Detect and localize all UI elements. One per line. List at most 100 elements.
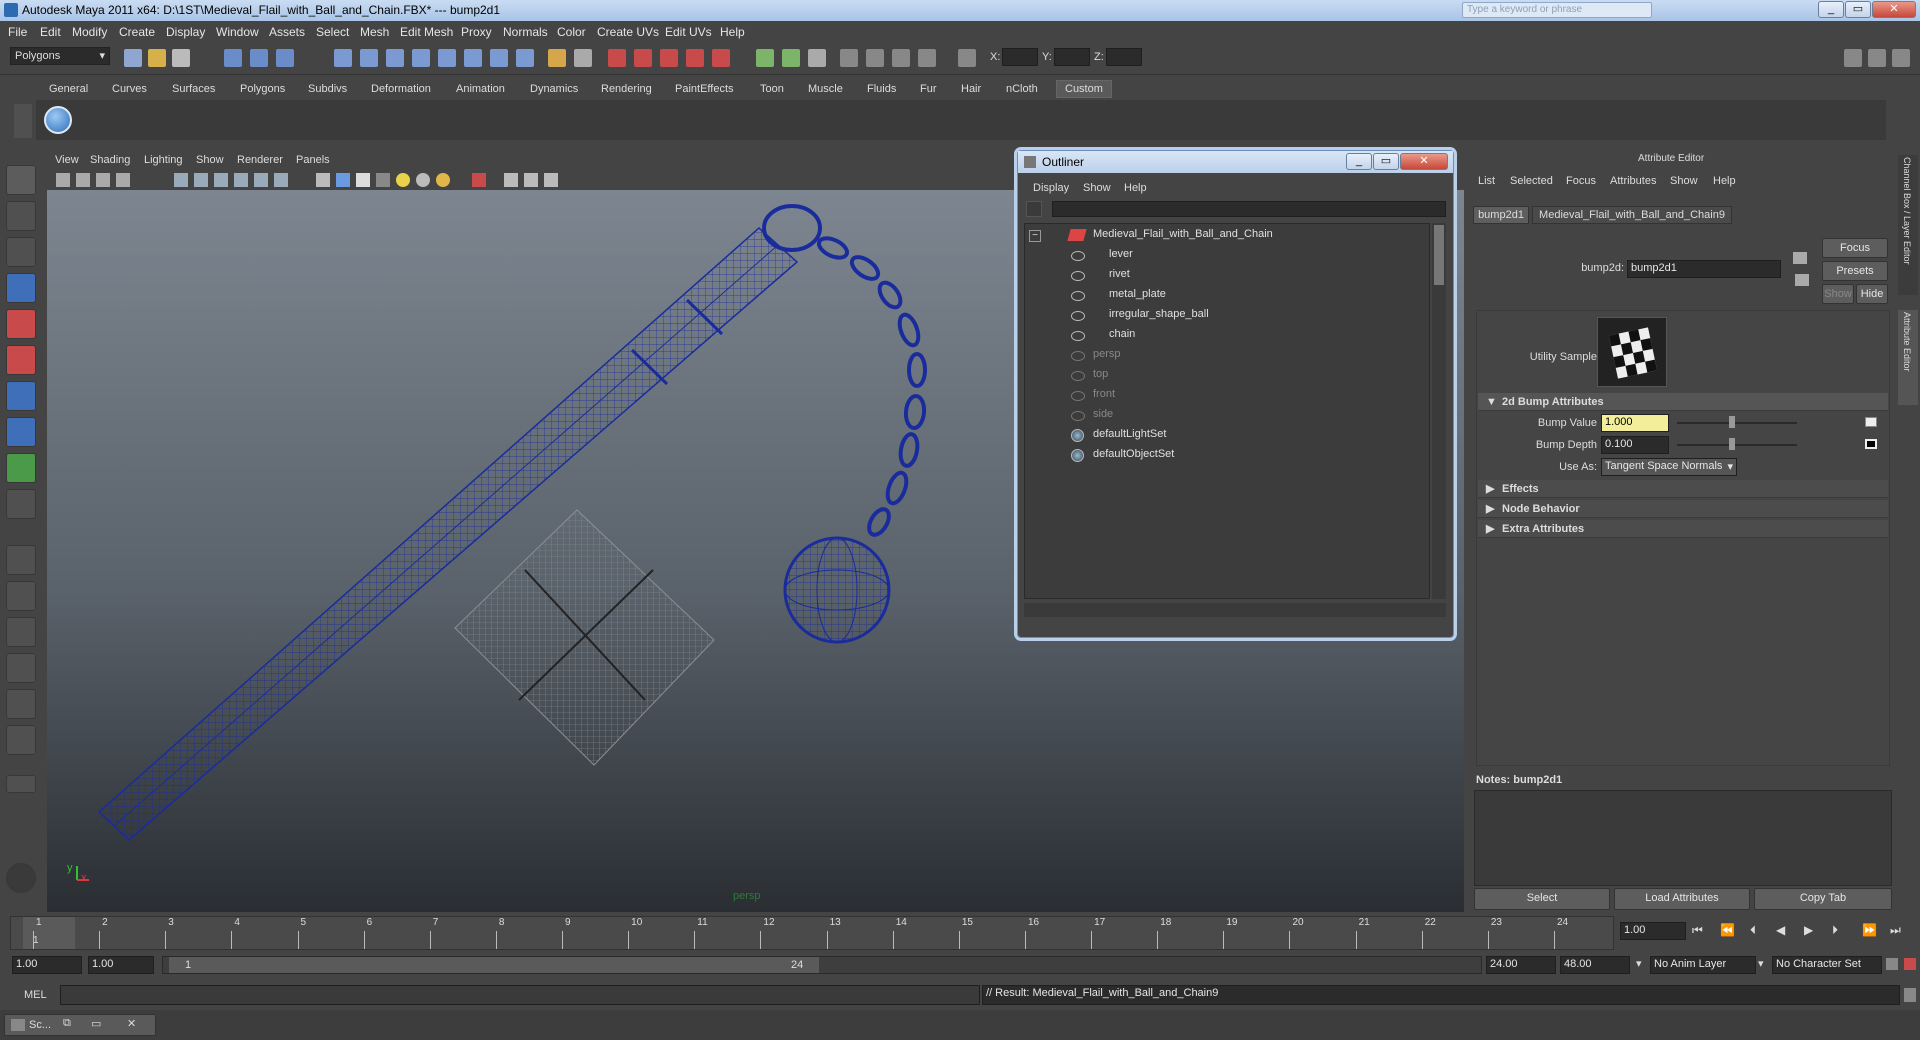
current-frame-field[interactable]: 1.00 [1620, 922, 1686, 940]
four-pane-layout-icon[interactable] [6, 581, 36, 611]
graph-editor-layout-icon[interactable] [6, 725, 36, 755]
filter-icon[interactable] [1026, 201, 1042, 217]
section-effects[interactable]: ▶ Effects [1478, 480, 1888, 498]
current-frame-marker[interactable] [23, 917, 75, 949]
outliner-item-front[interactable]: front [1093, 388, 1115, 406]
ae-menu-show[interactable]: Show [1670, 175, 1698, 187]
collapse-toggle-icon[interactable]: − [1029, 230, 1041, 242]
layout-more-icon[interactable] [6, 775, 36, 793]
menu-mesh[interactable]: Mesh [360, 25, 389, 39]
anim-prefs-icon[interactable] [1904, 958, 1916, 970]
safe-title-icon[interactable] [544, 173, 558, 187]
search-box[interactable]: Type a keyword or phrase [1462, 2, 1652, 18]
menu-modify[interactable]: Modify [72, 25, 107, 39]
image-plane-icon[interactable] [116, 173, 130, 187]
smooth-shade-icon[interactable] [214, 173, 228, 187]
focus-button[interactable]: Focus [1822, 238, 1888, 258]
default-light-icon[interactable] [396, 173, 410, 187]
hide-button[interactable]: Hide [1856, 284, 1888, 304]
lasso-tool-icon[interactable] [6, 201, 36, 231]
swatch-preview[interactable] [1597, 317, 1667, 387]
ipr-render-icon[interactable] [634, 49, 652, 67]
notes-textarea[interactable] [1474, 790, 1892, 886]
input-line-icon[interactable] [756, 49, 774, 67]
character-set-dropdown[interactable]: No Character Set [1772, 956, 1882, 974]
command-language-label[interactable]: MEL [24, 989, 47, 1001]
persp-graph-layout-icon[interactable] [6, 653, 36, 683]
rename-icon[interactable] [918, 49, 936, 67]
transform-icon[interactable] [958, 49, 976, 67]
relative-icon[interactable] [866, 49, 884, 67]
go-to-start-icon[interactable]: ⏮ [1692, 923, 1703, 938]
menu-set-select[interactable]: Polygons ▾ [10, 47, 110, 65]
ae-menu-selected[interactable]: Selected [1510, 175, 1553, 187]
shelf-tab-fluids[interactable]: Fluids [867, 83, 896, 95]
restore-icon[interactable]: ⧉ [63, 1017, 71, 1030]
outliner-item-side[interactable]: side [1093, 408, 1113, 426]
outliner-title-bar[interactable]: Outliner _ ▭ ✕ [1018, 151, 1453, 173]
shaded-cube-icon[interactable] [316, 173, 330, 187]
camera-attributes-icon[interactable] [76, 173, 90, 187]
select-object-icon[interactable] [250, 49, 268, 67]
outliner-maximize-button[interactable]: ▭ [1373, 153, 1399, 170]
close-icon[interactable]: ✕ [127, 1017, 136, 1030]
time-slider[interactable]: 1 2 3 4 5 6 7 8 9 10 11 12 13 14 15 16 17 18 19 20 21 22 23 24 1… [0, 912, 1920, 952]
shelf-tab-toon[interactable]: Toon [760, 83, 784, 95]
play-back-icon[interactable]: ◀ [1776, 923, 1785, 937]
history-icon[interactable] [574, 49, 592, 67]
shelf-tab-rendering[interactable]: Rendering [601, 83, 652, 95]
snap-curve-icon[interactable] [360, 49, 378, 67]
snap-surface-icon[interactable] [438, 49, 456, 67]
animation-start-field[interactable]: 1.00 [12, 956, 82, 974]
toggle-tool-settings-icon[interactable] [1868, 49, 1886, 67]
ae-menu-attributes[interactable]: Attributes [1610, 175, 1656, 187]
map-checker-icon[interactable] [1865, 439, 1877, 449]
menu-edit-uvs[interactable]: Edit UVs [665, 25, 712, 39]
toggle-attr-editor-icon[interactable] [1844, 49, 1862, 67]
bump-value-slider-handle[interactable] [1729, 416, 1735, 428]
viewport-menu-panels[interactable]: Panels [296, 154, 330, 166]
scale-tool-icon[interactable] [6, 345, 36, 375]
step-back-key-icon[interactable]: ⏪ [1720, 923, 1735, 937]
load-attributes-button[interactable]: Load Attributes [1614, 888, 1750, 910]
menu-edit-mesh[interactable]: Edit Mesh [400, 25, 453, 39]
render-icon[interactable] [608, 49, 626, 67]
paint-select-tool-icon[interactable] [6, 237, 36, 267]
shelf-tab-surfaces[interactable]: Surfaces [172, 83, 215, 95]
shelf-tab-ncloth[interactable]: nCloth [1006, 83, 1038, 95]
render-settings-icon[interactable] [660, 49, 678, 67]
menu-edit[interactable]: Edit [40, 25, 61, 39]
menu-create[interactable]: Create [119, 25, 155, 39]
outliner-item-rivet[interactable]: rivet [1109, 268, 1130, 286]
shadows-icon[interactable] [436, 173, 450, 187]
help-icon[interactable] [516, 49, 534, 67]
render-view-icon[interactable] [712, 49, 730, 67]
tab-bump2d1[interactable]: bump2d1 [1473, 206, 1529, 224]
step-forward-frame-icon[interactable]: ⏵ [1832, 923, 1838, 938]
outliner-menu-show[interactable]: Show [1083, 182, 1111, 194]
use-as-dropdown[interactable]: Tangent Space Normals ▾ [1601, 458, 1737, 476]
menu-proxy[interactable]: Proxy [461, 25, 492, 39]
outliner-horizontal-scrollbar[interactable] [1024, 603, 1446, 617]
shelf-tab-custom[interactable]: Custom [1056, 80, 1112, 98]
shelf-tab-hair[interactable]: Hair [961, 83, 981, 95]
shelf-tab-subdivs[interactable]: Subdivs [308, 83, 347, 95]
all-lights-icon[interactable] [416, 173, 430, 187]
play-forward-icon[interactable]: ▶ [1804, 923, 1813, 937]
open-scene-icon[interactable] [148, 49, 166, 67]
shelf-tab-animation[interactable]: Animation [456, 83, 505, 95]
section-node-behavior[interactable]: ▶ Node Behavior [1478, 500, 1888, 518]
select-hierarchy-icon[interactable] [224, 49, 242, 67]
section-extra-attributes[interactable]: ▶ Extra Attributes [1478, 520, 1888, 538]
maximize-button[interactable]: ▭ [1845, 1, 1871, 18]
menu-normals[interactable]: Normals [503, 25, 548, 39]
textured-icon[interactable] [234, 173, 248, 187]
move-tool-icon[interactable] [6, 273, 36, 303]
outliner-menu-display[interactable]: Display [1033, 182, 1069, 194]
step-forward-key-icon[interactable]: ⏩ [1862, 923, 1877, 937]
isolate-icon[interactable] [274, 173, 288, 187]
go-to-end-icon[interactable]: ⏭ [1890, 923, 1901, 938]
ae-menu-list[interactable]: List [1478, 175, 1495, 187]
film-gate-icon[interactable] [524, 173, 538, 187]
playback-end-field[interactable]: 24.00 [1486, 956, 1556, 974]
